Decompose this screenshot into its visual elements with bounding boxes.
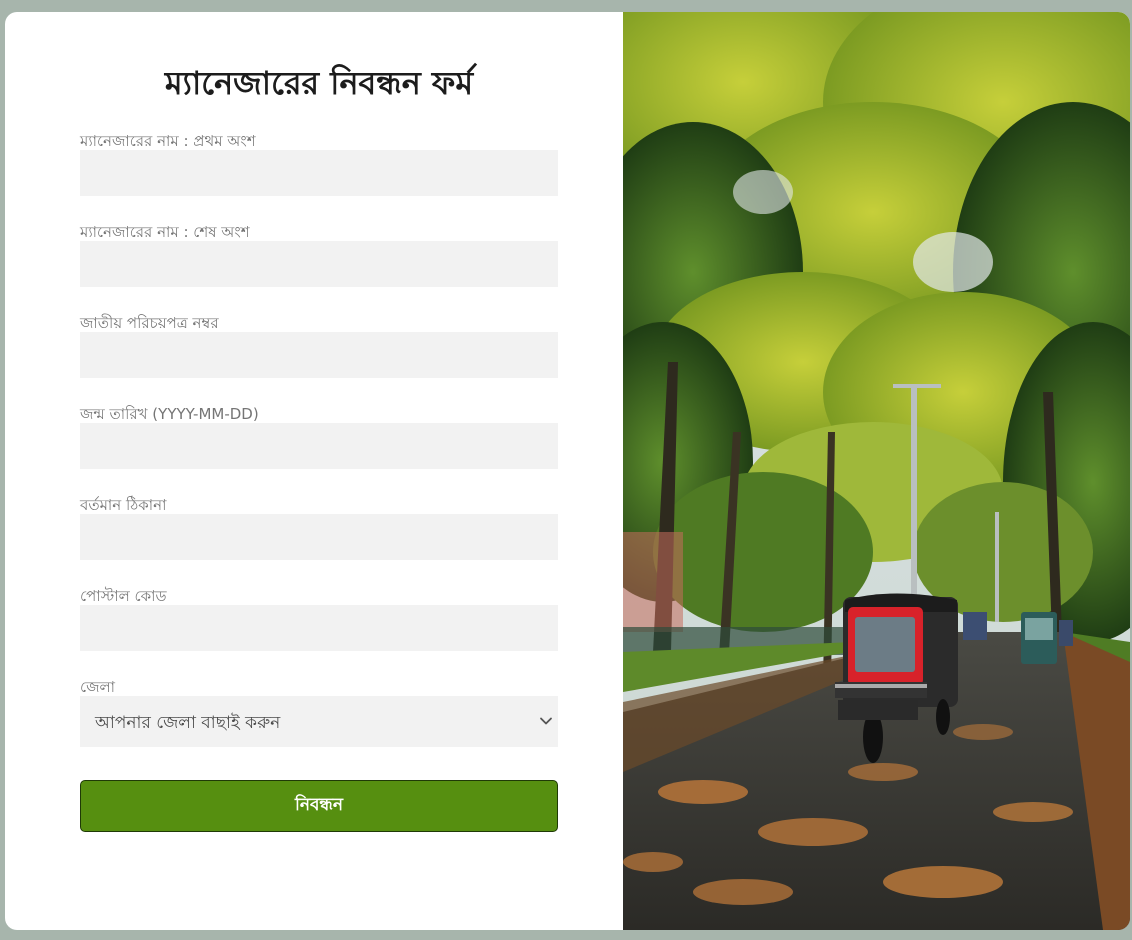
dob-field: জন্ম তারিখ (YYYY-MM-DD) [80,405,558,469]
tree-lined-road-photo [623,12,1130,930]
district-select-value: আপনার জেলা বাছাই করুন [95,713,281,733]
nid-field: জাতীয় পরিচয়পত্র নম্বর [80,314,558,378]
form-title: ম্যানেজারের নিবন্ধন ফর্ম [164,64,474,102]
chevron-down-icon [540,717,552,725]
last-name-field: ম্যানেজারের নাম : শেষ অংশ [80,223,558,287]
nid-input[interactable] [80,332,558,378]
first-name-label: ম্যানেজারের নাম : প্রথম অংশ [80,132,256,150]
register-button[interactable]: নিবন্ধন [80,780,558,832]
last-name-input[interactable] [80,241,558,287]
district-label: জেলা [80,678,116,696]
postal-code-field: পোস্টাল কোড [80,587,558,651]
first-name-input[interactable] [80,150,558,196]
postal-code-input[interactable] [80,605,558,651]
dob-input[interactable] [80,423,558,469]
district-field: জেলা আপনার জেলা বাছাই করুন [80,678,558,747]
nid-label: জাতীয় পরিচয়পত্র নম্বর [80,314,219,332]
address-label: বর্তমান ঠিকানা [80,496,167,514]
registration-card: ম্যানেজারের নিবন্ধন ফর্ম ম্যানেজারের নাম… [5,12,1130,930]
dob-label: জন্ম তারিখ (YYYY-MM-DD) [80,405,259,423]
postal-code-label: পোস্টাল কোড [80,587,167,605]
district-select[interactable]: আপনার জেলা বাছাই করুন [80,696,558,747]
form-pane: ম্যানেজারের নিবন্ধন ফর্ম ম্যানেজারের নাম… [5,12,623,930]
last-name-label: ম্যানেজারের নাম : শেষ অংশ [80,223,250,241]
address-field: বর্তমান ঠিকানা [80,496,558,560]
address-input[interactable] [80,514,558,560]
first-name-field: ম্যানেজারের নাম : প্রথম অংশ [80,132,558,196]
